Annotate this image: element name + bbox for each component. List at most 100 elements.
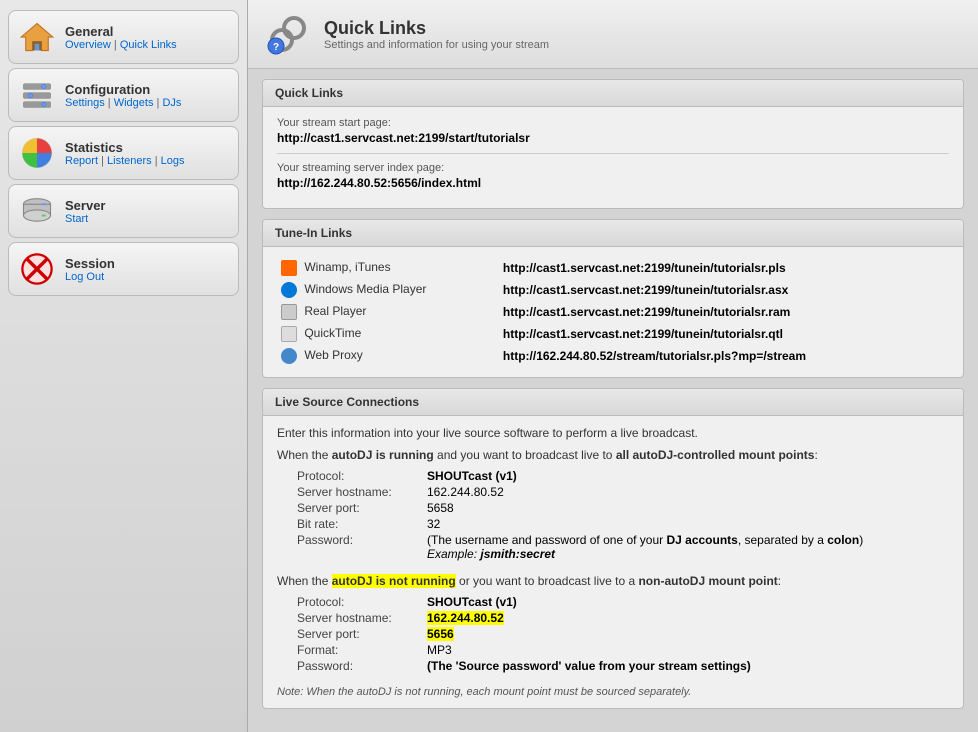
server-section-text: Server Start bbox=[65, 198, 105, 225]
no-autodj-hostname-row: Server hostname: 162.244.80.52 bbox=[297, 610, 757, 626]
sidebar-item-statistics[interactable]: Statistics Report | Listeners | Logs bbox=[8, 126, 239, 180]
no-autodj-protocol-row: Protocol: SHOUTcast (v1) bbox=[297, 594, 757, 610]
server-index-url[interactable]: http://162.244.80.52:5656/index.html bbox=[277, 176, 949, 190]
configuration-title: Configuration bbox=[65, 82, 181, 97]
no-autodj-password-label: Password: bbox=[297, 658, 427, 674]
quicktime-icon bbox=[281, 326, 297, 342]
tunein-url-1[interactable]: http://cast1.servcast.net:2199/tunein/tu… bbox=[499, 279, 949, 301]
tunein-player-0: Winamp, iTunes bbox=[277, 257, 499, 279]
autodj-not-running-section: When the autoDJ is not running or you wa… bbox=[277, 574, 949, 674]
tunein-url-4[interactable]: http://162.244.80.52/stream/tutorialsr.p… bbox=[499, 345, 949, 367]
autodj-not-running-highlight: autoDJ is not running bbox=[332, 574, 456, 588]
autodj-running-intro: When the autoDJ is running and you want … bbox=[277, 448, 949, 462]
no-autodj-port-label: Server port: bbox=[297, 626, 427, 642]
statistics-links[interactable]: Report | Listeners | Logs bbox=[65, 155, 185, 167]
no-autodj-port-value: 5656 bbox=[427, 626, 757, 642]
configuration-links[interactable]: Settings | Widgets | DJs bbox=[65, 97, 181, 109]
server-index-row: Your streaming server index page: http:/… bbox=[277, 162, 949, 190]
logs-link[interactable]: Logs bbox=[161, 155, 185, 167]
live-source-panel-body: Enter this information into your live so… bbox=[263, 416, 963, 708]
report-link[interactable]: Report bbox=[65, 155, 98, 167]
server-links[interactable]: Start bbox=[65, 213, 105, 225]
server-title: Server bbox=[65, 198, 105, 213]
server-index-label: Your streaming server index page: bbox=[277, 162, 949, 174]
live-source-note: Note: When the autoDJ is not running, ea… bbox=[277, 686, 949, 698]
general-links[interactable]: Overview | Quick Links bbox=[65, 39, 177, 51]
no-autodj-password-value: (The 'Source password' value from your s… bbox=[427, 658, 757, 674]
session-links[interactable]: Log Out bbox=[65, 271, 115, 283]
not-running-before: When the bbox=[277, 574, 332, 588]
start-link[interactable]: Start bbox=[65, 213, 88, 225]
sidebar-item-configuration[interactable]: Configuration Settings | Widgets | DJs bbox=[8, 68, 239, 122]
quick-links-panel-header: Quick Links bbox=[263, 80, 963, 107]
page-title: Quick Links bbox=[324, 18, 549, 39]
tunein-url-0[interactable]: http://cast1.servcast.net:2199/tunein/tu… bbox=[499, 257, 949, 279]
webproxy-icon bbox=[281, 348, 297, 364]
tunein-panel: Tune-In Links Winamp, iTunes http://cast… bbox=[262, 219, 964, 378]
autodj-protocol-row: Protocol: SHOUTcast (v1) bbox=[297, 468, 869, 484]
djs-link[interactable]: DJs bbox=[162, 97, 181, 109]
configuration-icon bbox=[19, 77, 55, 113]
autodj-running-table: Protocol: SHOUTcast (v1) Server hostname… bbox=[297, 468, 869, 562]
no-autodj-format-row: Format: MP3 bbox=[297, 642, 757, 658]
quick-links-header-icon: ? bbox=[264, 10, 312, 58]
no-autodj-format-value: MP3 bbox=[427, 642, 757, 658]
autodj-password-row: Password: (The username and password of … bbox=[297, 532, 869, 562]
tunein-table: Winamp, iTunes http://cast1.servcast.net… bbox=[277, 257, 949, 367]
page-subtitle: Settings and information for using your … bbox=[324, 39, 549, 51]
autodj-protocol-label: Protocol: bbox=[297, 468, 427, 484]
wmp-icon bbox=[281, 282, 297, 298]
autodj-hostname-row: Server hostname: 162.244.80.52 bbox=[297, 484, 869, 500]
house-icon bbox=[19, 19, 55, 55]
live-source-panel: Live Source Connections Enter this infor… bbox=[262, 388, 964, 709]
no-autodj-password-row: Password: (The 'Source password' value f… bbox=[297, 658, 757, 674]
autodj-port-value: 5658 bbox=[427, 500, 869, 516]
autodj-bitrate-label: Bit rate: bbox=[297, 516, 427, 532]
stream-start-url[interactable]: http://cast1.servcast.net:2199/start/tut… bbox=[277, 131, 949, 145]
header-text-block: Quick Links Settings and information for… bbox=[324, 18, 549, 51]
stream-start-row: Your stream start page: http://cast1.ser… bbox=[277, 117, 949, 145]
settings-link[interactable]: Settings bbox=[65, 97, 105, 109]
autodj-port-label: Server port: bbox=[297, 500, 427, 516]
session-title: Session bbox=[65, 256, 115, 271]
general-title: General bbox=[65, 24, 177, 39]
autodj-hostname-value: 162.244.80.52 bbox=[427, 484, 869, 500]
winamp-icon bbox=[281, 260, 297, 276]
logout-link[interactable]: Log Out bbox=[65, 271, 104, 283]
sidebar-item-session[interactable]: Session Log Out bbox=[8, 242, 239, 296]
autodj-running-highlight: autoDJ is running bbox=[332, 448, 434, 462]
tunein-player-2: Real Player bbox=[277, 301, 499, 323]
autodj-bitrate-row: Bit rate: 32 bbox=[297, 516, 869, 532]
page-header: ? Quick Links Settings and information f… bbox=[248, 0, 978, 69]
no-autodj-port-row: Server port: 5656 bbox=[297, 626, 757, 642]
statistics-title: Statistics bbox=[65, 140, 185, 155]
tunein-url-3[interactable]: http://cast1.servcast.net:2199/tunein/tu… bbox=[499, 323, 949, 345]
widgets-link[interactable]: Widgets bbox=[114, 97, 154, 109]
autodj-running-section: When the autoDJ is running and you want … bbox=[277, 448, 949, 562]
tunein-player-3: QuickTime bbox=[277, 323, 499, 345]
session-section-text: Session Log Out bbox=[65, 256, 115, 283]
general-quicklinks-link[interactable]: Quick Links bbox=[120, 39, 177, 51]
svg-text:?: ? bbox=[273, 42, 279, 53]
no-autodj-format-label: Format: bbox=[297, 642, 427, 658]
sidebar-item-general[interactable]: General Overview | Quick Links bbox=[8, 10, 239, 64]
autodj-hostname-label: Server hostname: bbox=[297, 484, 427, 500]
autodj-port-row: Server port: 5658 bbox=[297, 500, 869, 516]
listeners-link[interactable]: Listeners bbox=[107, 155, 152, 167]
general-overview-link[interactable]: Overview bbox=[65, 39, 111, 51]
tunein-url-2[interactable]: http://cast1.servcast.net:2199/tunein/tu… bbox=[499, 301, 949, 323]
main-content: ? Quick Links Settings and information f… bbox=[248, 0, 978, 732]
tunein-row-webproxy: Web Proxy http://162.244.80.52/stream/tu… bbox=[277, 345, 949, 367]
not-running-after: or you want to broadcast live to a bbox=[456, 574, 639, 588]
autodj-running-after: and you want to broadcast live to bbox=[434, 448, 616, 462]
general-section-text: General Overview | Quick Links bbox=[65, 24, 177, 51]
autodj-bitrate-value: 32 bbox=[427, 516, 869, 532]
autodj-not-running-table: Protocol: SHOUTcast (v1) Server hostname… bbox=[297, 594, 757, 674]
sidebar-item-server[interactable]: Server Start bbox=[8, 184, 239, 238]
autodj-protocol-value: SHOUTcast (v1) bbox=[427, 468, 869, 484]
autodj-not-running-intro: When the autoDJ is not running or you wa… bbox=[277, 574, 949, 588]
live-source-intro: Enter this information into your live so… bbox=[277, 426, 949, 440]
quick-links-panel-body: Your stream start page: http://cast1.ser… bbox=[263, 107, 963, 208]
live-source-panel-header: Live Source Connections bbox=[263, 389, 963, 416]
autodj-mount-points: all autoDJ-controlled mount points bbox=[616, 448, 815, 462]
